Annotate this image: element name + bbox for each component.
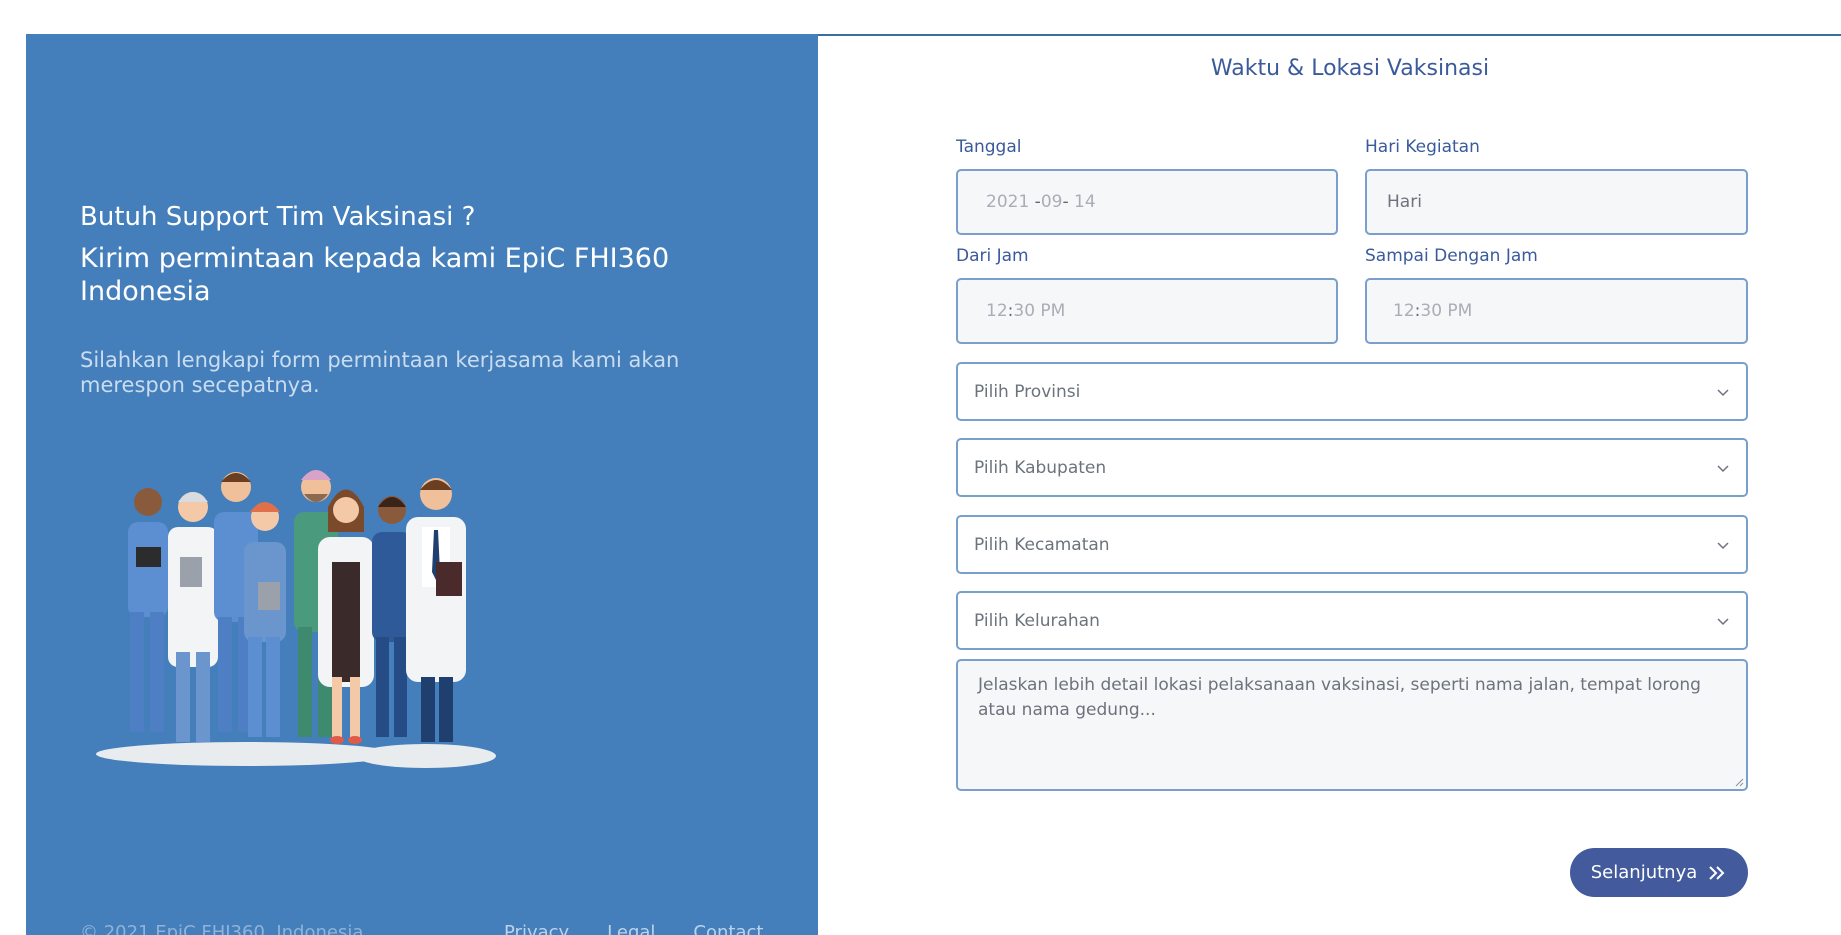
footer-links: Privacy Legal Contact [504,922,763,935]
support-description: Silahkan lengkapi form permintaan kerjas… [80,348,680,397]
hari-kegiatan-value: Hari [1387,192,1422,212]
tanggal-year: 2021 [986,192,1030,212]
next-button[interactable]: Selanjutnya [1570,848,1748,897]
double-chevron-right-icon [1709,865,1725,880]
footer-link-contact[interactable]: Contact [693,922,763,935]
kelurahan-select[interactable]: Pilih Kelurahan [956,591,1748,650]
provinsi-select[interactable]: Pilih Provinsi [956,362,1748,421]
resize-handle-icon[interactable] [1734,777,1744,787]
kecamatan-placeholder: Pilih Kecamatan [974,534,1110,555]
dari-jam-time-input[interactable]: 12:30 PM [956,278,1338,344]
next-button-label: Selanjutnya [1590,862,1698,883]
hari-kegiatan-field[interactable]: Hari [1365,169,1748,235]
chevron-down-icon [1717,617,1729,625]
support-heading: Butuh Support Tim Vaksinasi ? [80,202,476,232]
detail-lokasi-placeholder: Jelaskan lebih detail lokasi pelaksanaan… [978,675,1701,720]
medical-team-illustration [96,470,496,768]
footer-link-privacy[interactable]: Privacy [504,922,569,935]
kelurahan-placeholder: Pilih Kelurahan [974,610,1100,631]
kabupaten-placeholder: Pilih Kabupaten [974,457,1107,478]
footer-link-legal[interactable]: Legal [607,922,655,935]
tanggal-label: Tanggal [956,137,1022,157]
form-title: Waktu & Lokasi Vaksinasi [1210,56,1490,81]
left-panel: Butuh Support Tim Vaksinasi ? Kirim perm… [26,34,818,935]
dari-jam-label: Dari Jam [956,246,1029,266]
hari-kegiatan-label: Hari Kegiatan [1365,137,1480,157]
chevron-down-icon [1717,464,1729,472]
sampai-jam-time-input[interactable]: 12:30 PM [1365,278,1748,344]
sampai-jam-label: Sampai Dengan Jam [1365,246,1538,266]
tanggal-month: 09 [1040,192,1063,212]
footer-copyright: © 2021 EpiC FHI360, Indonesia [80,922,364,935]
detail-lokasi-textarea[interactable]: Jelaskan lebih detail lokasi pelaksanaan… [956,659,1748,791]
provinsi-placeholder: Pilih Provinsi [974,381,1081,402]
chevron-down-icon [1717,388,1729,396]
page: Butuh Support Tim Vaksinasi ? Kirim perm… [0,0,1841,935]
support-subheading: Kirim permintaan kepada kami EpiC FHI360… [80,243,670,307]
top-divider [818,34,1841,36]
tanggal-date-input[interactable]: 2021 -09- 14 [956,169,1338,235]
kabupaten-select[interactable]: Pilih Kabupaten [956,438,1748,497]
kecamatan-select[interactable]: Pilih Kecamatan [956,515,1748,574]
chevron-down-icon [1717,541,1729,549]
tanggal-day: 14 [1074,192,1096,212]
